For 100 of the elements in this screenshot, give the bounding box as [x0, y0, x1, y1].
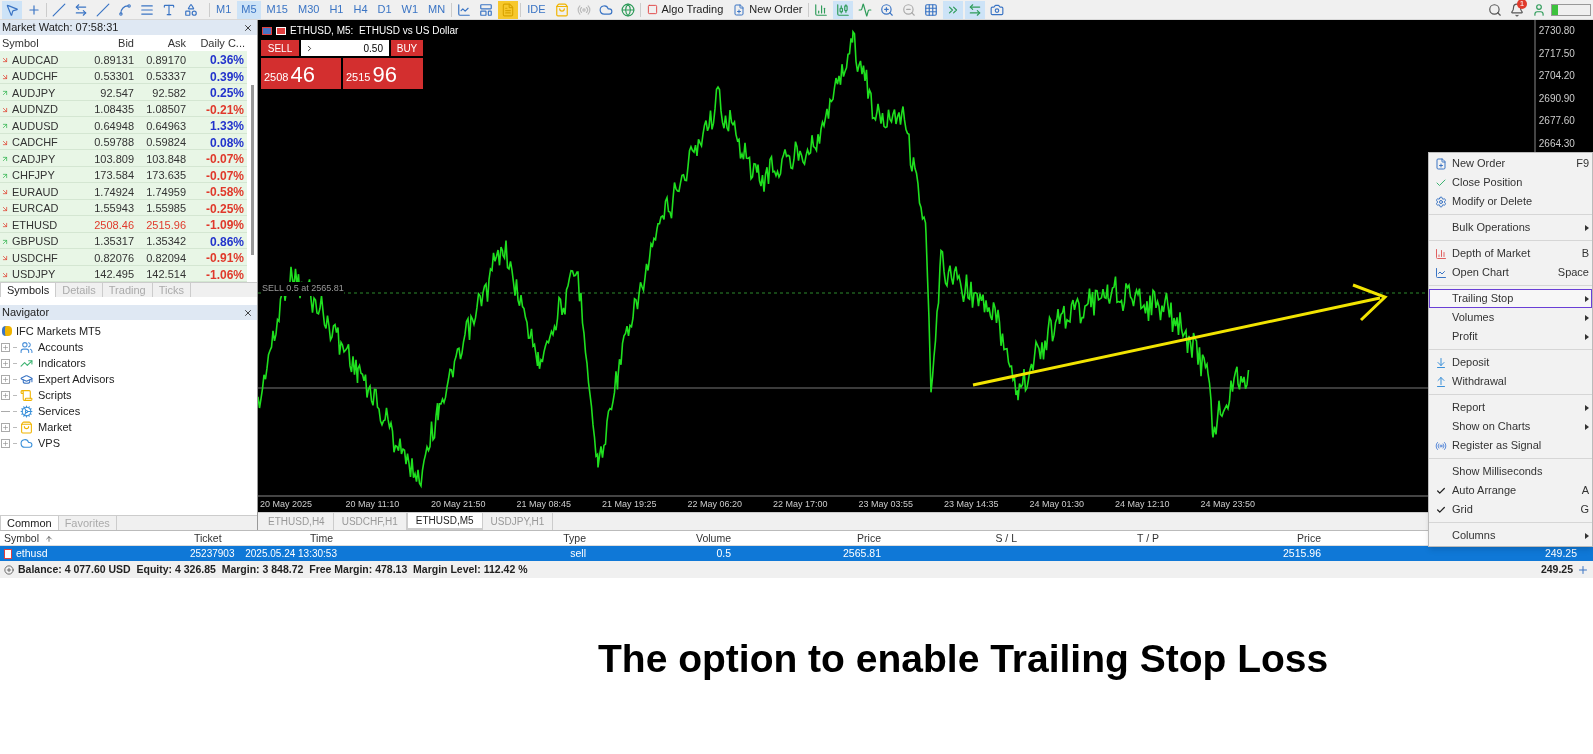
- menu-item[interactable]: Volumes: [1429, 308, 1592, 327]
- chart-tab[interactable]: ETHUSD,M5: [406, 513, 483, 530]
- algo-trading-button[interactable]: Algo Trading: [642, 0, 728, 19]
- tree-item[interactable]: VPS: [38, 434, 60, 452]
- shortcut-label: B: [1581, 246, 1590, 262]
- menu-item[interactable]: Columns: [1429, 526, 1592, 545]
- column-header[interactable]: Daily C...: [188, 35, 247, 52]
- menu-item[interactable]: Profit: [1429, 327, 1592, 346]
- panel-tab[interactable]: Symbols: [0, 283, 57, 297]
- menu-item[interactable]: Open Chart Space: [1429, 263, 1592, 282]
- tree-item[interactable]: IFC Markets MT5: [16, 322, 101, 340]
- bid-price: 103.809: [93, 151, 135, 167]
- menu-item[interactable]: Auto Arrange A: [1429, 481, 1592, 500]
- menu-item[interactable]: Show Milliseconds: [1429, 462, 1592, 481]
- tree-item[interactable]: Market: [38, 418, 72, 436]
- menu-item[interactable]: Modify or Delete: [1429, 192, 1592, 211]
- menu-item[interactable]: Depth of Market B: [1429, 244, 1592, 263]
- timeframe-button[interactable]: M5: [237, 0, 261, 19]
- expand-icon[interactable]: [1, 358, 10, 368]
- column-header[interactable]: Price: [735, 531, 885, 547]
- tree-item[interactable]: Expert Advisors: [38, 370, 115, 388]
- menu-item[interactable]: Grid G: [1429, 500, 1592, 519]
- auto-scroll-icon[interactable]: [943, 0, 964, 19]
- sell-button[interactable]: SELL: [261, 40, 299, 56]
- expand-icon[interactable]: [1, 342, 10, 352]
- symbol-name[interactable]: AUDNZD: [12, 101, 58, 118]
- symbol-name[interactable]: USDJPY: [12, 266, 56, 283]
- symbol-name[interactable]: GBPUSD: [12, 233, 59, 250]
- sell-price[interactable]: 2508 46: [261, 58, 341, 89]
- time-axis-label: 20 May 21:50: [431, 498, 486, 511]
- column-header[interactable]: Time: [238, 531, 337, 547]
- column-header[interactable]: Type: [337, 531, 590, 547]
- close-icon[interactable]: [243, 22, 253, 33]
- buy-button[interactable]: BUY: [391, 40, 423, 56]
- symbol-name[interactable]: CADJPY: [12, 150, 56, 168]
- table-cell-text: 2515.96: [1282, 546, 1322, 561]
- menu-item[interactable]: Report: [1429, 398, 1592, 417]
- symbol-name[interactable]: AUDCHF: [12, 68, 58, 85]
- symbol-name[interactable]: AUDUSD: [12, 117, 59, 135]
- column-header[interactable]: Bid: [84, 35, 136, 52]
- symbol-name[interactable]: CHFJPY: [12, 167, 55, 184]
- settings-icon: [1435, 195, 1447, 208]
- timeframe-button[interactable]: H1: [325, 0, 348, 19]
- menu-item[interactable]: New Order F9: [1429, 154, 1592, 173]
- column-header[interactable]: Symbol: [0, 531, 190, 547]
- expand-icon[interactable]: [1, 374, 10, 384]
- cursor-icon[interactable]: [2, 0, 22, 19]
- symbol-name[interactable]: ETHUSD: [12, 216, 58, 234]
- symbol-name[interactable]: CADCHF: [12, 134, 58, 151]
- timeframe-button[interactable]: M1: [212, 0, 236, 19]
- buy-price[interactable]: 2515 96: [343, 58, 423, 89]
- tree-item[interactable]: Scripts: [38, 386, 72, 404]
- menu-item[interactable]: Close Position: [1429, 173, 1592, 192]
- document-icon[interactable]: [498, 0, 519, 19]
- column-header[interactable]: Ask: [136, 35, 188, 52]
- column-header[interactable]: Ticket: [190, 531, 238, 547]
- ide-button[interactable]: IDE: [523, 0, 550, 19]
- timeframe-button[interactable]: MN: [424, 0, 450, 19]
- menu-item[interactable]: Show on Charts: [1429, 417, 1592, 436]
- column-header[interactable]: T / P: [1021, 531, 1163, 547]
- symbol-name[interactable]: AUDCAD: [12, 51, 59, 69]
- menu-item[interactable]: Trailing Stop: [1429, 289, 1592, 308]
- table-cell-text: 2025.05.24 13:30:53: [244, 547, 337, 562]
- symbol-name[interactable]: AUDJPY: [12, 84, 56, 102]
- menu-item[interactable]: Bulk Operations: [1429, 218, 1592, 237]
- position-row[interactable]: ethusd 25237903 2025.05.24 13:30:53 sell 0.5 2565.81 2515.96 249.25: [0, 546, 1593, 561]
- table-cell-text: 2565.81: [842, 546, 882, 561]
- symbol-name[interactable]: EURAUD: [12, 183, 59, 201]
- timeframe-button[interactable]: M30: [293, 0, 324, 19]
- scrollbar[interactable]: [250, 85, 254, 255]
- cloud-icon: [20, 436, 33, 450]
- timeframe-button[interactable]: M15: [262, 0, 292, 19]
- timeframe-button[interactable]: H4: [349, 0, 372, 19]
- tree-item[interactable]: Services: [38, 402, 81, 420]
- tree-item[interactable]: Accounts: [38, 338, 84, 356]
- panel-tab[interactable]: Common: [0, 516, 59, 530]
- tree-item[interactable]: Indicators: [38, 354, 86, 372]
- menu-item[interactable]: Deposit: [1429, 353, 1592, 372]
- symbol-name[interactable]: USDCHF: [12, 249, 58, 267]
- daily-change: 1.33%: [208, 118, 245, 135]
- menu-item[interactable]: Withdrawal: [1429, 372, 1592, 391]
- column-header[interactable]: Price: [1163, 531, 1325, 547]
- time-axis-label: 20 May 11:10: [345, 498, 400, 511]
- expand-icon[interactable]: [1, 390, 10, 400]
- chart-shift-icon[interactable]: [965, 0, 986, 19]
- timeframe-button[interactable]: W1: [397, 0, 423, 19]
- lot-size-field[interactable]: 0.50: [301, 40, 389, 56]
- expand-icon[interactable]: [1, 422, 10, 432]
- column-header[interactable]: Volume: [590, 531, 735, 547]
- withdrawal-icon: [1435, 375, 1447, 388]
- column-header[interactable]: S / L: [885, 531, 1021, 547]
- timeframe-button[interactable]: D1: [373, 0, 396, 19]
- expand-icon[interactable]: [1, 438, 10, 448]
- symbol-name[interactable]: EURCAD: [12, 200, 59, 217]
- caret-icon: [305, 43, 314, 53]
- close-icon[interactable]: [243, 307, 253, 318]
- new-order-button[interactable]: New Order: [729, 0, 807, 19]
- column-header[interactable]: Symbol: [0, 35, 84, 52]
- candles-icon[interactable]: [833, 0, 854, 19]
- menu-item[interactable]: Register as Signal: [1429, 436, 1592, 455]
